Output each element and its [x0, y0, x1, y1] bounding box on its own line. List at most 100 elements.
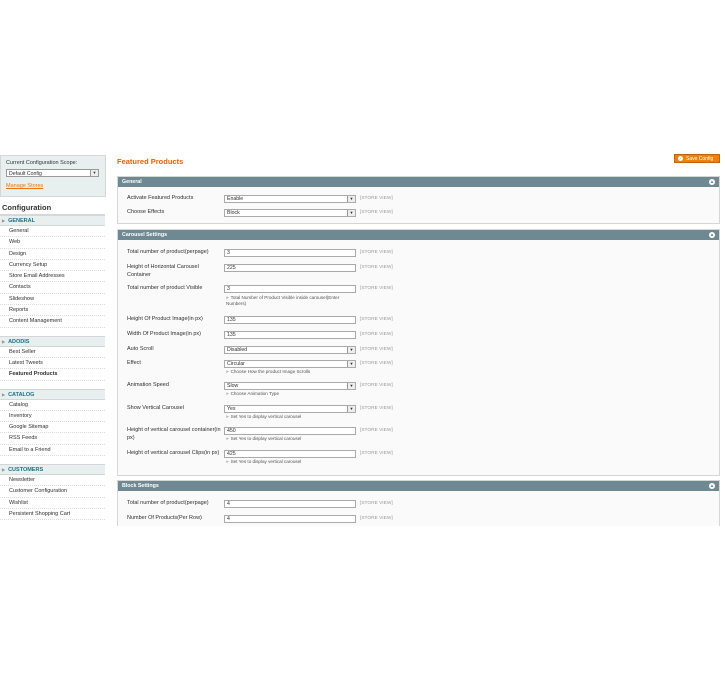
section-block-header[interactable]: Block Settings ▴: [118, 481, 719, 491]
section-carousel-header[interactable]: Carousel Settings ▴: [118, 230, 719, 240]
section-title: General: [122, 179, 142, 185]
field-label: Show Vertical Carousel: [127, 405, 184, 411]
section-block: Block Settings ▴ Total number of product(…: [117, 480, 720, 526]
select-value: Slow: [227, 383, 239, 389]
field-label: Activate Featured Products: [127, 195, 194, 201]
field-note: Choose How the product Image Scrolls: [226, 369, 358, 375]
sidebar-item-store-email[interactable]: Store Email Addresses: [0, 271, 105, 283]
field-note: Choose Animation Type: [226, 391, 358, 397]
group-label: GENERAL: [8, 218, 35, 224]
field-label: Height of Horizontal Carousel Container: [127, 264, 199, 278]
group-adodis[interactable]: ▶ ADODIS: [0, 335, 105, 347]
group-label: ADODIS: [8, 338, 30, 345]
manage-stores-link[interactable]: Manage Stores: [6, 183, 43, 189]
field-label: Width Of Product Image(in px): [127, 331, 201, 337]
field-label: Auto Scroll: [127, 346, 154, 352]
triangle-icon: ▶: [2, 391, 6, 397]
store-view-tag: [STORE VIEW]: [360, 250, 393, 255]
sidebar-item-reports[interactable]: Reports: [0, 305, 105, 317]
effect-select[interactable]: Circular ▼: [224, 360, 356, 368]
sidebar-item-currency-setup[interactable]: Currency Setup: [0, 260, 105, 272]
section-title: Block Settings: [122, 483, 159, 489]
chevron-down-icon: ▼: [347, 196, 355, 202]
select-value: Block: [227, 210, 240, 216]
chevron-down-icon: ▼: [347, 210, 355, 216]
chevron-down-icon: ▼: [347, 383, 355, 389]
triangle-icon: ▶: [2, 467, 6, 473]
store-view-tag: [STORE VIEW]: [360, 383, 393, 388]
group-customers[interactable]: ▶ CUSTOMERS: [0, 464, 105, 476]
animation-speed-select[interactable]: Slow ▼: [224, 382, 356, 390]
field-label: Effect: [127, 360, 141, 366]
store-view-tag: [STORE VIEW]: [360, 347, 393, 352]
sidebar-item-newsletter[interactable]: Newsletter: [0, 475, 105, 487]
products-per-row-input[interactable]: 4: [224, 515, 356, 523]
sidebar-item-featured-products[interactable]: Featured Products: [0, 369, 105, 381]
sidebar-item-persistent-cart[interactable]: Persistent Shopping Cart: [0, 509, 105, 521]
store-view-tag: [STORE VIEW]: [360, 361, 393, 366]
select-value: Circular: [227, 361, 245, 367]
field-note: Total Number of Product Visible inside c…: [226, 295, 358, 307]
sidebar-item-wishlist[interactable]: Wishlist: [0, 498, 105, 509]
group-label: CATALOG: [8, 391, 35, 398]
block-per-page-input[interactable]: 4: [224, 500, 356, 508]
carousel-per-page-input[interactable]: 3: [224, 249, 356, 257]
store-view-tag: [STORE VIEW]: [360, 428, 393, 433]
show-vertical-select[interactable]: Yes ▼: [224, 405, 356, 413]
store-view-tag: [STORE VIEW]: [360, 501, 393, 506]
sidebar-item-web[interactable]: Web: [0, 237, 105, 249]
field-note: Set Yes to display vertical carousel: [226, 436, 358, 442]
auto-scroll-select[interactable]: Disabled ▼: [224, 346, 356, 354]
field-note: Set Yes to display vertical carousel: [226, 414, 358, 420]
store-view-tag: [STORE VIEW]: [360, 332, 393, 337]
save-config-button[interactable]: ✓ Save Config: [674, 154, 720, 163]
group-general[interactable]: ▶ GENERAL: [0, 215, 105, 226]
select-value: Enable: [227, 196, 244, 202]
section-carousel: Carousel Settings ▴ Total number of produ…: [117, 229, 720, 476]
sidebar-item-customer-configuration[interactable]: Customer Configuration: [0, 486, 105, 498]
store-view-tag: [STORE VIEW]: [360, 451, 393, 456]
chevron-down-icon: ▼: [90, 170, 98, 176]
scope-select[interactable]: Default Config ▼: [6, 169, 99, 177]
group-label: CUSTOMERS: [8, 467, 44, 474]
sidebar-item-general[interactable]: General: [0, 226, 105, 238]
section-general-header[interactable]: General ▴: [118, 177, 719, 187]
sidebar-item-google-sitemap[interactable]: Google Sitemap: [0, 422, 105, 434]
triangle-icon: ▶: [2, 218, 6, 223]
config-sidebar: Current Configuration Scope: Default Con…: [0, 155, 106, 527]
choose-effects-select[interactable]: Block ▼: [224, 209, 356, 217]
collapse-icon[interactable]: ▴: [709, 483, 715, 489]
field-label: Height of vertical carousel container(in…: [127, 427, 221, 441]
horizontal-height-input[interactable]: 225: [224, 264, 356, 272]
select-value: Yes: [227, 406, 236, 412]
check-icon: ✓: [678, 156, 683, 162]
sidebar-item-best-seller[interactable]: Best Seller: [0, 347, 105, 358]
scope-switcher: Current Configuration Scope: Default Con…: [0, 155, 106, 197]
configuration-title: Configuration: [0, 202, 105, 215]
collapse-icon[interactable]: ▴: [709, 232, 715, 238]
sidebar-item-contacts[interactable]: Contacts: [0, 282, 105, 294]
chevron-down-icon: ▼: [347, 347, 355, 353]
scope-label: Current Configuration Scope:: [6, 160, 78, 166]
collapse-icon[interactable]: ▴: [709, 179, 715, 185]
page-title: Featured Products: [117, 157, 184, 166]
sidebar-item-slideshow[interactable]: Slideshow: [0, 294, 105, 306]
group-catalog[interactable]: ▶ CATALOG: [0, 388, 105, 400]
visible-count-input[interactable]: 3: [224, 285, 356, 293]
sidebar-item-latest-tweets[interactable]: Latest Tweets: [0, 358, 105, 370]
image-width-input[interactable]: 135: [224, 331, 356, 339]
sidebar-item-catalog[interactable]: Catalog: [0, 400, 105, 411]
sidebar-item-design[interactable]: Design: [0, 249, 105, 260]
store-view-tag: [STORE VIEW]: [360, 516, 393, 521]
sidebar-item-content-management[interactable]: Content Management: [0, 316, 105, 328]
vertical-container-height-input[interactable]: 450: [224, 427, 356, 435]
sidebar-item-rss-feeds[interactable]: RSS Feeds: [0, 433, 105, 445]
vertical-clips-height-input[interactable]: 425: [224, 450, 356, 458]
store-view-tag: [STORE VIEW]: [360, 265, 393, 270]
image-height-input[interactable]: 135: [224, 316, 356, 324]
chevron-down-icon: ▼: [347, 406, 355, 412]
section-general: General ▴ Activate Featured Products Enab…: [117, 176, 720, 224]
sidebar-item-inventory[interactable]: Inventory: [0, 411, 105, 423]
sidebar-item-email-friend[interactable]: Email to a Friend: [0, 445, 105, 457]
activate-featured-select[interactable]: Enable ▼: [224, 195, 356, 203]
